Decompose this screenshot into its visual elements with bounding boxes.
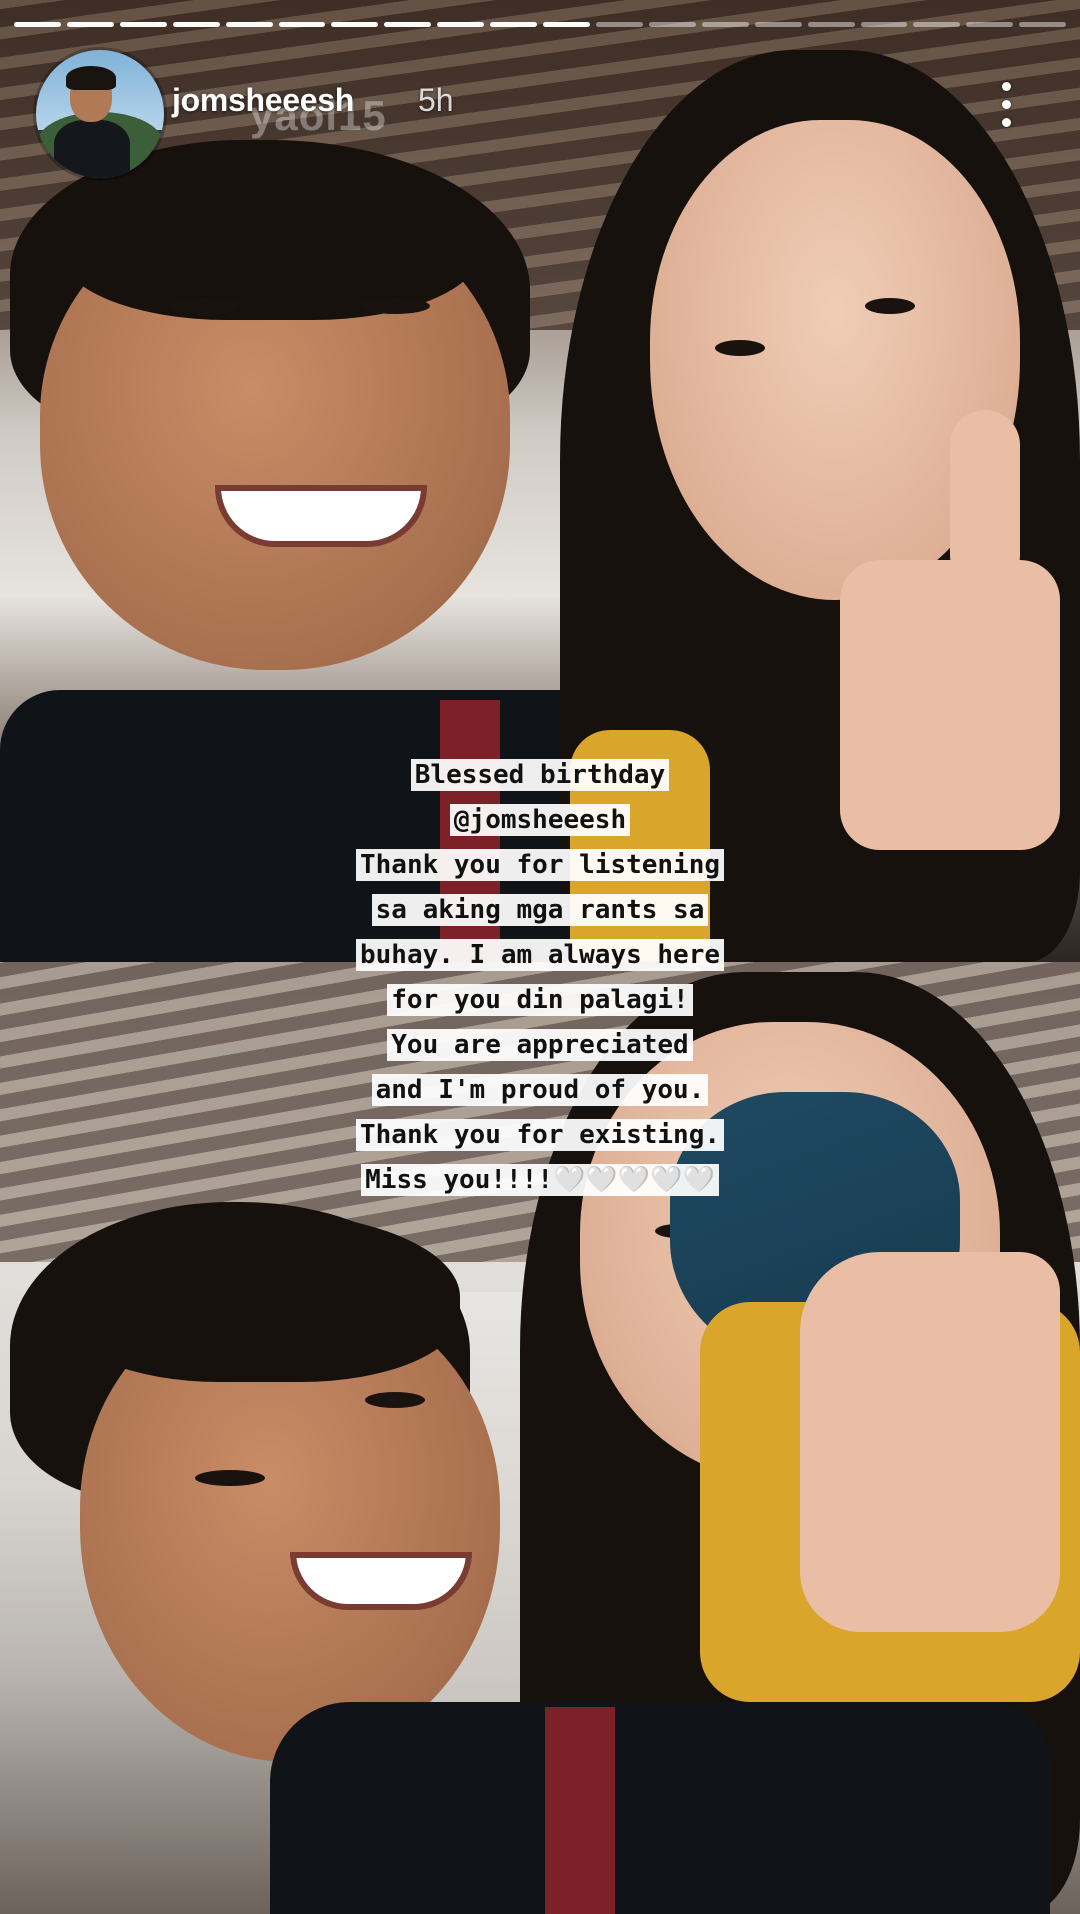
girl-eye-right	[865, 298, 915, 314]
boy-eye-right	[360, 298, 430, 314]
avatar-hair	[66, 66, 116, 90]
caption-line: You are appreciated	[0, 1026, 1080, 1067]
caption-text: for you din palagi!	[387, 984, 693, 1016]
caption-line: Thank you for listening	[0, 846, 1080, 887]
progress-segment	[119, 22, 167, 27]
boy-fringe-bottom	[60, 1212, 460, 1382]
caption-text: Miss you!!!!🤍🤍🤍🤍🤍	[361, 1164, 719, 1196]
story-username[interactable]: jomsheeesh	[172, 82, 354, 119]
progress-segment	[860, 22, 908, 27]
caption-line: @jomsheeesh	[0, 801, 1080, 842]
thumb	[950, 410, 1020, 590]
progress-segment	[225, 22, 273, 27]
caption-line: Miss you!!!!🤍🤍🤍🤍🤍	[0, 1161, 1080, 1202]
progress-segment	[437, 22, 485, 27]
more-dot	[1002, 82, 1011, 91]
progress-segment	[701, 22, 749, 27]
progress-segment	[648, 22, 696, 27]
story-progress-bar	[14, 22, 1067, 27]
story-header: yaol15 jomsheeesh 5h	[36, 50, 1050, 180]
caption-line: for you din palagi!	[0, 981, 1080, 1022]
caption-text: and I'm proud of you.	[371, 1074, 709, 1106]
more-dot	[1002, 118, 1011, 127]
caption-text: Thank you for existing.	[355, 1119, 725, 1151]
story-caption: Blessed birthday @jomsheeesh Thank you f…	[0, 756, 1080, 1206]
caption-line: Blessed birthday	[0, 756, 1080, 797]
progress-segment	[1019, 22, 1067, 27]
avatar[interactable]	[36, 50, 164, 178]
progress-segment	[595, 22, 643, 27]
progress-segment	[172, 22, 220, 27]
caption-mention[interactable]: @jomsheeesh	[449, 804, 631, 836]
lanyard-bottom	[545, 1707, 615, 1914]
progress-segment	[384, 22, 432, 27]
caption-text: Thank you for listening	[355, 849, 725, 881]
caption-line: sa aking mga rants sa	[0, 891, 1080, 932]
more-dot	[1002, 100, 1011, 109]
progress-segment	[331, 22, 379, 27]
boy-eye-right-bottom	[365, 1392, 425, 1408]
story-timestamp: 5h	[418, 82, 454, 118]
progress-segment	[490, 22, 538, 27]
progress-segment	[278, 22, 326, 27]
progress-segment	[807, 22, 855, 27]
story-viewer[interactable]: yaol15 jomsheeesh 5h Blessed birthday @j…	[0, 0, 1080, 1914]
caption-line: and I'm proud of you.	[0, 1071, 1080, 1112]
caption-text: sa aking mga rants sa	[371, 894, 709, 926]
caption-text: You are appreciated	[387, 1029, 693, 1061]
progress-segment	[966, 22, 1014, 27]
boy-eye-left-bottom	[195, 1470, 265, 1486]
progress-segment	[66, 22, 114, 27]
boy-smile	[215, 485, 427, 547]
caption-text: Blessed birthday	[410, 759, 670, 791]
progress-segment	[543, 22, 590, 27]
caption-line: buhay. I am always here	[0, 936, 1080, 977]
progress-segment	[14, 22, 61, 27]
progress-segment	[754, 22, 802, 27]
caption-line: Thank you for existing.	[0, 1116, 1080, 1157]
boy-shirt-bottom	[270, 1702, 1050, 1914]
boy-eye-left	[170, 298, 240, 314]
girl-eye-left	[715, 340, 765, 356]
caption-text: buhay. I am always here	[355, 939, 725, 971]
progress-segment	[913, 22, 961, 27]
peace-sign-hand	[800, 1252, 1060, 1632]
more-options-icon[interactable]	[1000, 82, 1012, 128]
avatar-body	[54, 120, 130, 178]
